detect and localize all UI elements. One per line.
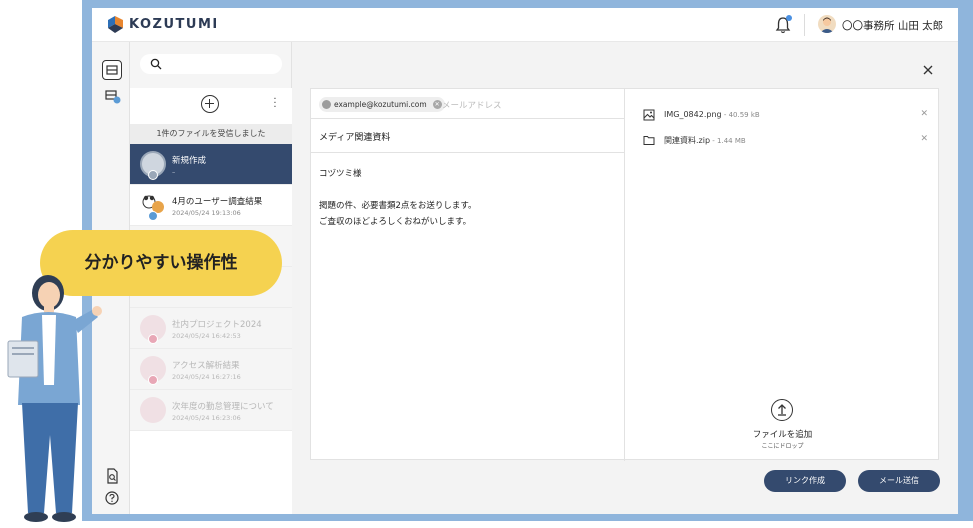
item-subtitle: –	[172, 168, 176, 176]
send-mail-button[interactable]: メール送信	[858, 470, 940, 492]
item-title: 4月のユーザー調査結果	[172, 197, 263, 207]
inbox-button[interactable]	[102, 60, 122, 80]
attachment-name: 関連資料.zip - 1.44 MB	[664, 136, 746, 145]
attachment-item[interactable]: 関連資料.zip - 1.44 MB ✕	[643, 134, 928, 148]
list-item[interactable]: アクセス解析結果 2024/05/24 16:27:16	[130, 349, 292, 390]
recipient-chip[interactable]: example@kozutumi.com ✕	[319, 97, 445, 112]
logo-text: KOZUTUMI	[129, 17, 219, 32]
create-link-button[interactable]: リンク作成	[764, 470, 846, 492]
subject-field[interactable]: メディア関連資料	[311, 119, 625, 153]
item-subtitle: 2024/05/24 16:42:53	[172, 332, 241, 340]
remove-recipient-icon[interactable]: ✕	[432, 100, 442, 109]
message-body[interactable]: コヅツミ様 掲題の件、必要書類2点をお送りします。 ご査収のほどよろしくおねがい…	[319, 166, 477, 230]
user-avatar[interactable]	[818, 15, 836, 33]
upload-button[interactable]	[771, 399, 793, 421]
logo[interactable]: KOZUTUMI	[108, 16, 219, 33]
top-bar: KOZUTUMI 〇〇事務所 山田 太郎	[92, 8, 958, 42]
mail-form: example@kozutumi.com ✕ メールアドレス メディア関連資料 …	[311, 89, 625, 461]
more-options-icon[interactable]: · · ·	[272, 95, 278, 113]
close-icon[interactable]	[922, 64, 934, 76]
person-illustration	[7, 265, 102, 522]
attachment-name: IMG_0842.png - 40.59 kB	[664, 110, 760, 119]
image-file-icon	[643, 109, 655, 121]
download-badge-icon	[148, 334, 158, 344]
file-list: · · · 1件のファイルを受信しました 新規作成 – 4月のユーザー調査結果 …	[130, 88, 292, 514]
person-icon	[322, 100, 331, 109]
search-input[interactable]	[140, 54, 282, 74]
notification-dot	[786, 15, 792, 21]
upload-arrow-icon	[778, 404, 786, 416]
item-avatar	[140, 397, 166, 423]
item-subtitle: 2024/05/24 16:23:06	[172, 414, 241, 422]
list-item[interactable]: 4月のユーザー調査結果 2024/05/24 19:13:06	[130, 185, 292, 226]
email-input[interactable]: メールアドレス	[442, 99, 502, 111]
header-divider	[804, 14, 805, 36]
logo-mark-icon	[108, 16, 123, 33]
item-title: 次年度の勤怠管理について	[172, 402, 274, 412]
upload-label[interactable]: ファイルを追加	[625, 428, 940, 440]
recipient-email: example@kozutumi.com	[334, 100, 427, 109]
upload-badge-icon	[148, 170, 158, 180]
inbox-tray-icon	[106, 65, 118, 75]
remove-attachment-icon[interactable]: ✕	[920, 109, 928, 119]
list-item[interactable]: 次年度の勤怠管理について 2024/05/24 16:23:06	[130, 390, 292, 431]
upload-badge-icon	[148, 211, 158, 221]
add-new-button[interactable]	[201, 95, 219, 113]
search-icon	[150, 58, 162, 70]
recipient-row[interactable]: example@kozutumi.com ✕ メールアドレス	[311, 89, 625, 119]
item-title: アクセス解析結果	[172, 361, 240, 371]
download-badge-icon	[148, 375, 158, 385]
sent-box-icon	[105, 90, 121, 104]
upload-drop-hint: ここにドロップ	[761, 443, 804, 450]
folder-icon	[643, 136, 655, 145]
attachment-item[interactable]: IMG_0842.png - 40.59 kB ✕	[643, 109, 928, 123]
item-title: 新規作成	[172, 156, 207, 166]
remove-attachment-icon[interactable]: ✕	[920, 134, 928, 144]
user-avatar-icon	[820, 17, 834, 33]
attachment-size: - 1.44 MB	[710, 137, 746, 145]
item-title: 社内プロジェクト2024	[172, 320, 262, 330]
received-banner: 1件のファイルを受信しました	[130, 124, 292, 144]
mail-card: example@kozutumi.com ✕ メールアドレス メディア関連資料 …	[310, 88, 940, 461]
list-item[interactable]: 新規作成 –	[130, 144, 292, 185]
composer-panel: example@kozutumi.com ✕ メールアドレス メディア関連資料 …	[292, 42, 958, 514]
list-item[interactable]: 社内プロジェクト2024 2024/05/24 16:42:53	[130, 308, 292, 349]
item-subtitle: 2024/05/24 19:13:06	[172, 209, 241, 217]
attachments-pane: IMG_0842.png - 40.59 kB ✕ 関連資料.zip - 1.4…	[625, 89, 940, 461]
attachment-size: - 40.59 kB	[721, 111, 760, 119]
user-name[interactable]: 〇〇事務所 山田 太郎	[842, 18, 943, 33]
sent-box-button[interactable]	[102, 86, 122, 106]
item-subtitle: 2024/05/24 16:27:16	[172, 373, 241, 381]
